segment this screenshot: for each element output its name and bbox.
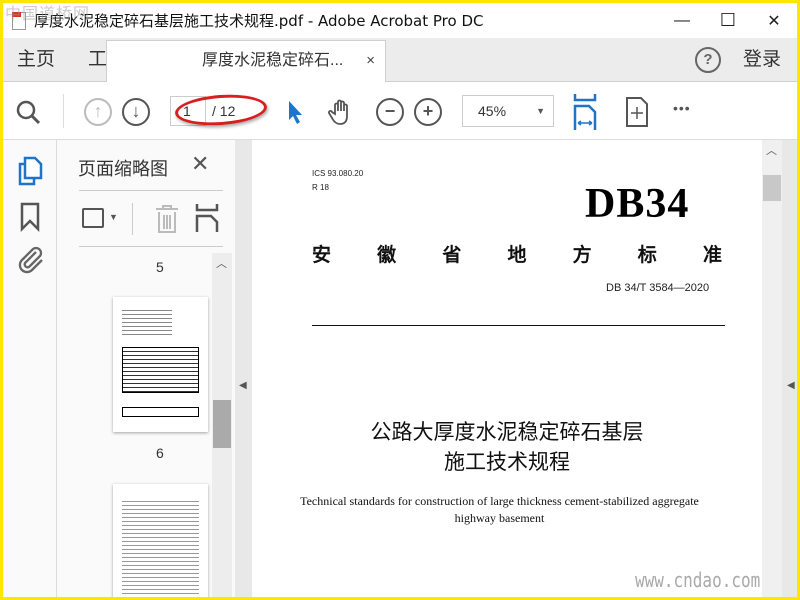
chevron-down-icon[interactable]: ▼: [109, 212, 118, 222]
document-view: ICS 93.080.20 R 18 DB34 安 徽 省 地 方 标 准 DB 34/T …: [252, 140, 797, 597]
title-bar: 厚度水泥稳定碎石基层施工技术规程.pdf - Adobe Acrobat Pro…: [3, 3, 797, 38]
collapse-left-icon[interactable]: ◀: [239, 380, 247, 391]
hand-tool-icon[interactable]: [327, 98, 355, 126]
page-thumbnails-icon[interactable]: [17, 156, 43, 186]
navigation-rail: [3, 140, 57, 597]
pane-splitter[interactable]: ◀: [235, 140, 252, 597]
english-title: Technical standards for construction of …: [252, 493, 747, 527]
minimize-button[interactable]: —: [659, 3, 705, 38]
close-pane-icon[interactable]: ✕: [191, 151, 209, 177]
toolbar: ↑ ↓ 1 / 12 − + 45% ▼ •••: [3, 82, 797, 140]
tab-bar: 主页 工具 厚度水泥稳定碎石... × ? 登录: [3, 38, 797, 82]
zoom-in-icon[interactable]: +: [414, 98, 442, 126]
issuer-char: 安: [312, 245, 332, 266]
zoom-level-value: 45%: [478, 103, 507, 119]
acrobat-window: 厚度水泥稳定碎石基层施工技术规程.pdf - Adobe Acrobat Pro…: [3, 3, 797, 597]
watermark-url: www.cndao.com: [635, 568, 761, 592]
insert-page-icon[interactable]: [195, 204, 219, 234]
expand-right-pane-icon[interactable]: ◀: [787, 380, 795, 391]
issuer-char: 准: [702, 245, 722, 266]
attachment-icon[interactable]: [16, 244, 46, 274]
page-thumbnail-5[interactable]: [113, 297, 208, 432]
fit-width-icon[interactable]: [571, 94, 599, 130]
previous-page-icon[interactable]: ↑: [84, 98, 112, 126]
document-title: 公路大厚度水泥稳定碎石基层 施工技术规程: [252, 418, 762, 478]
rotate-view-icon[interactable]: [623, 96, 651, 128]
divider: [63, 94, 64, 128]
help-icon[interactable]: ?: [695, 47, 721, 73]
select-cursor-icon[interactable]: [281, 98, 309, 126]
r-code: R 18: [312, 183, 329, 192]
thumbnail-pane: 页面缩略图 ✕ ▼ 5 6 ︿: [57, 140, 235, 597]
bookmark-icon[interactable]: [19, 202, 41, 232]
signin-button[interactable]: 登录: [743, 38, 781, 82]
maximize-button[interactable]: ☐: [705, 3, 751, 38]
divider: [132, 203, 133, 235]
next-page-icon[interactable]: ↓: [122, 98, 150, 126]
close-window-button[interactable]: ✕: [751, 3, 797, 38]
title-line: 公路大厚度水泥稳定碎石基层: [370, 421, 644, 444]
ics-code: ICS 93.080.20: [312, 169, 364, 178]
document-scrollbar[interactable]: ︿: [762, 140, 782, 597]
issuer-char: 方: [572, 245, 592, 266]
english-title-line: highway basement: [454, 511, 545, 525]
document-tab-label: 厚度水泥稳定碎石...: [202, 52, 344, 69]
issuer-char: 地: [507, 245, 527, 266]
more-tools-button[interactable]: •••: [673, 100, 691, 116]
divider: [79, 190, 223, 191]
scrollbar-thumb[interactable]: [213, 400, 231, 448]
thumbnail-label: 5: [156, 259, 164, 275]
title-line: 施工技术规程: [444, 451, 570, 474]
zoom-out-icon[interactable]: −: [376, 98, 404, 126]
standard-code: DB34: [585, 181, 690, 227]
window-title: 厚度水泥稳定碎石基层施工技术规程.pdf - Adobe Acrobat Pro…: [34, 12, 484, 30]
divider: [79, 246, 223, 247]
search-icon[interactable]: [14, 98, 42, 126]
scrollbar-thumb[interactable]: [763, 175, 781, 201]
tab-document[interactable]: 厚度水泥稳定碎石... ×: [106, 40, 386, 82]
pane-title: 页面缩略图: [78, 159, 168, 179]
header-rule: [312, 325, 725, 326]
close-tab-icon[interactable]: ×: [366, 41, 375, 81]
issuer-char: 省: [442, 245, 462, 266]
issuer-char: 徽: [377, 245, 397, 266]
chevron-down-icon: ▼: [536, 106, 545, 116]
tab-home[interactable]: 主页: [17, 38, 55, 82]
pdf-page: ICS 93.080.20 R 18 DB34 安 徽 省 地 方 标 准 DB 34/T …: [252, 140, 762, 597]
watermark-logo: 中国道桥网: [5, 4, 91, 23]
standard-number: DB 34/T 3584—2020: [606, 282, 710, 294]
thumbnail-scrollbar[interactable]: ︿: [212, 253, 232, 597]
thumbnail-label: 6: [156, 445, 164, 461]
delete-page-icon[interactable]: [153, 204, 181, 234]
issuer-char: 标: [637, 245, 657, 266]
english-title-line: Technical standards for construction of …: [300, 494, 699, 508]
page-thumbnail-6[interactable]: [113, 484, 208, 597]
zoom-level-select[interactable]: 45% ▼: [462, 95, 554, 127]
thumbnail-options-icon[interactable]: [82, 208, 104, 228]
issuer-name: 安徽省地方标准: [312, 240, 722, 267]
